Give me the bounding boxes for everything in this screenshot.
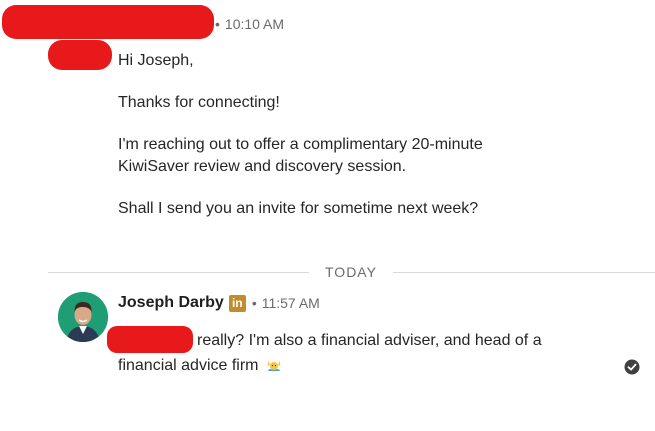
date-divider-label: TODAY bbox=[309, 264, 393, 280]
message-paragraph: Shall I send you an invite for sometime … bbox=[118, 200, 479, 217]
conversation-thread: • 10:10 AM Hi Joseph, Thanks for connecti… bbox=[0, 0, 655, 431]
separator-dot: • bbox=[215, 16, 220, 32]
linkedin-premium-icon: in bbox=[228, 294, 246, 312]
message-paragraph: Hi Joseph, bbox=[118, 52, 194, 69]
reply-text-line2: financial advice firm bbox=[118, 357, 283, 375]
reply-text-line1: really? I'm also a financial adviser, an… bbox=[197, 332, 542, 349]
sender-name[interactable]: Joseph Darby bbox=[118, 294, 224, 312]
person-raising-hands-icon bbox=[267, 360, 280, 371]
reply-text-line2-content: financial advice firm bbox=[118, 357, 259, 374]
message-paragraph: I'm reaching out to offer a complimentar… bbox=[118, 136, 483, 175]
redacted-sender-name-extra bbox=[48, 40, 112, 70]
message-paragraph: Thanks for connecting! bbox=[118, 94, 280, 111]
first-message-timestamp: • 10:10 AM bbox=[215, 16, 284, 32]
timestamp-text: 10:10 AM bbox=[224, 16, 285, 32]
sender-header: Joseph Darby in • 11:57 AM bbox=[118, 294, 320, 312]
separator-dot: • bbox=[251, 295, 257, 311]
first-message-body: Hi Joseph, Thanks for connecting! I'm re… bbox=[118, 50, 558, 220]
timestamp-text: 11:57 AM bbox=[261, 295, 320, 311]
avatar[interactable] bbox=[58, 292, 108, 342]
second-message-timestamp: • 11:57 AM bbox=[252, 295, 320, 311]
avatar-portrait-icon bbox=[58, 292, 108, 342]
seen-check-icon bbox=[624, 359, 640, 375]
redacted-sender-name bbox=[2, 5, 214, 39]
redacted-mention bbox=[107, 326, 193, 353]
